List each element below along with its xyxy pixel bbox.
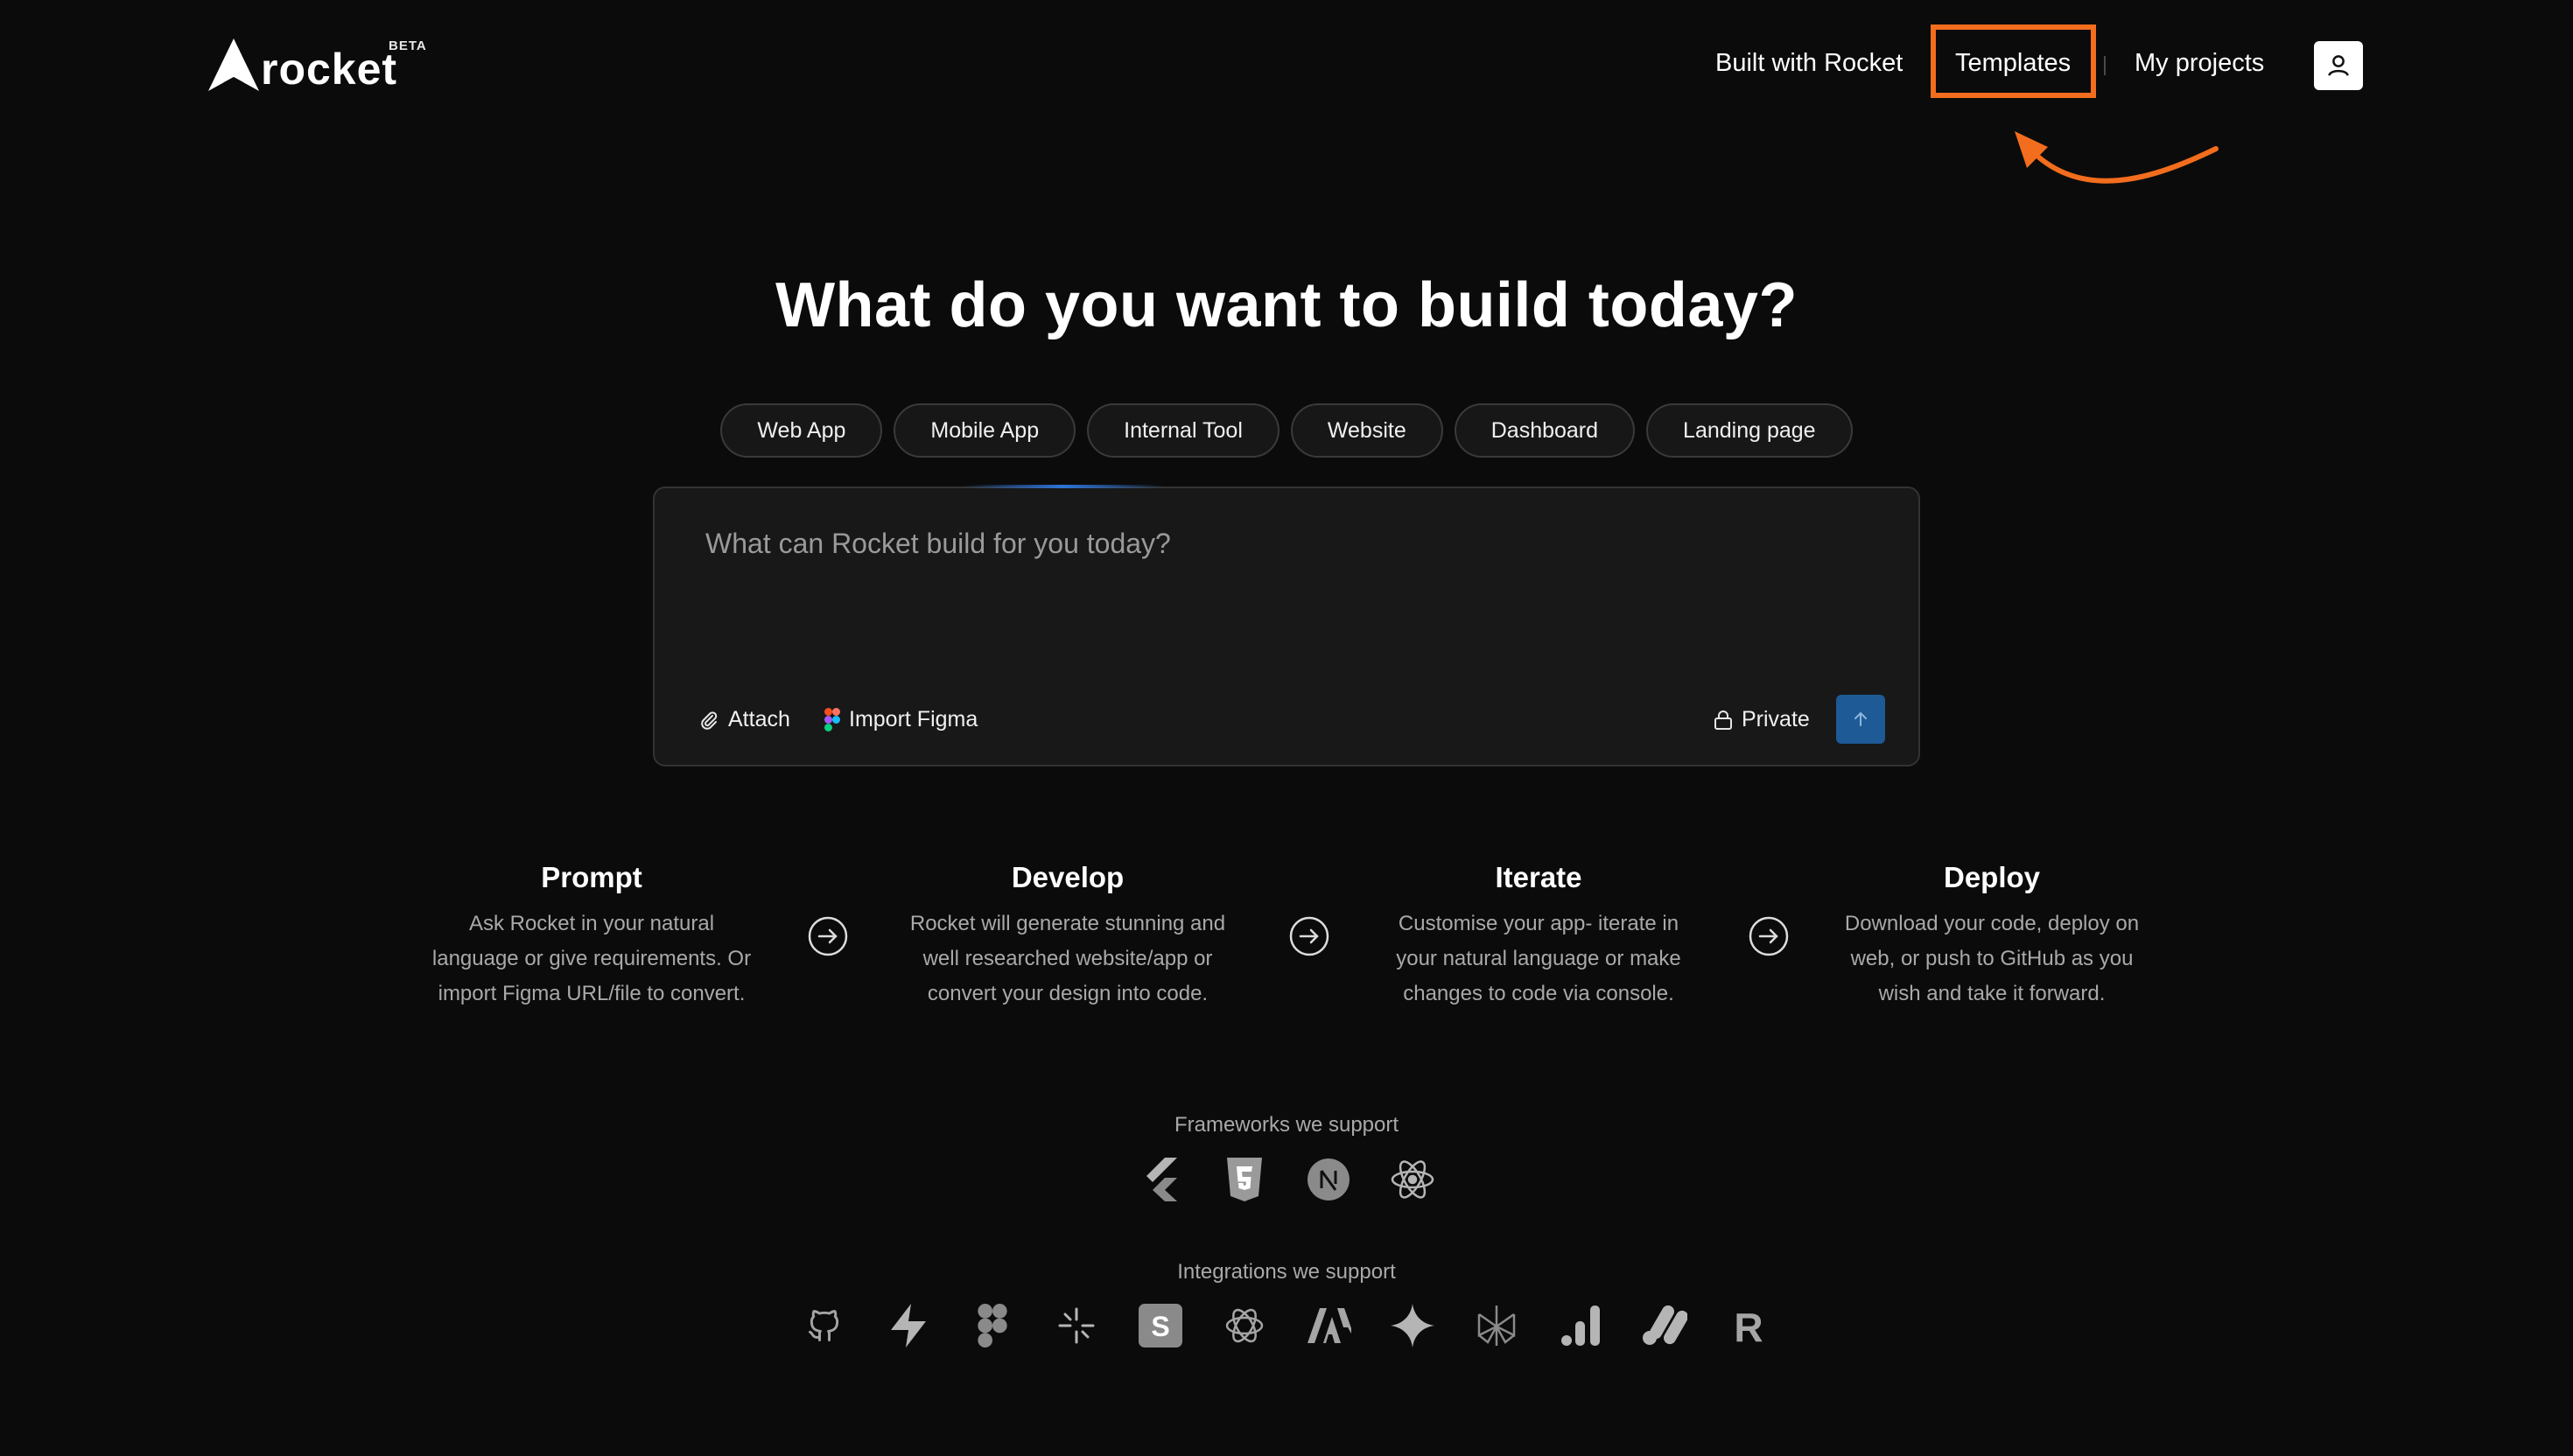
step-iterate: Iterate Customise your app- iterate in y… [1355, 861, 1722, 1012]
integrations-icons: S R [0, 1303, 2573, 1348]
resend-icon: R [1726, 1303, 1771, 1348]
step-description: Rocket will generate stunning and well r… [909, 912, 1226, 1005]
step-description: Ask Rocket in your natural language or g… [431, 912, 752, 1005]
flutter-icon [1138, 1157, 1183, 1202]
private-toggle[interactable]: Private [1714, 707, 1810, 732]
step-deploy: Deploy Download your code, deploy on web… [1808, 861, 2176, 1012]
html5-icon [1222, 1157, 1267, 1202]
attach-label: Attach [728, 707, 790, 732]
arrow-right-circle-icon [808, 916, 848, 956]
step-title: Prompt [541, 861, 642, 893]
page-title: What do you want to build today? [775, 270, 1798, 340]
perplexity-ai-icon [1474, 1303, 1519, 1348]
arrow-up-icon [1854, 711, 1867, 726]
step-title: Develop [1011, 861, 1125, 893]
rocket-logo-icon [208, 38, 259, 91]
perplexity-icon [1054, 1303, 1099, 1348]
step-prompt: Prompt Ask Rocket in your natural langua… [408, 861, 775, 1012]
lock-icon [1714, 710, 1732, 730]
rocket-logo[interactable]: rocket [208, 38, 397, 93]
profile-button[interactable] [2314, 41, 2363, 90]
step-develop: Develop Rocket will generate stunning an… [884, 861, 1251, 1012]
chip-landing-page[interactable]: Landing page [1646, 403, 1853, 458]
send-button[interactable] [1836, 695, 1885, 744]
private-label: Private [1742, 707, 1810, 732]
prompt-input[interactable] [704, 527, 1845, 561]
step-description: Download your code, deploy on web, or pu… [1844, 912, 2140, 1005]
google-ads-icon [1642, 1303, 1687, 1348]
import-figma-button[interactable]: Import Figma [824, 707, 978, 732]
arrow-right-circle-icon [1289, 916, 1329, 956]
svg-text:S: S [1151, 1311, 1169, 1342]
chip-website[interactable]: Website [1290, 403, 1443, 458]
frameworks-label: Frameworks we support [1174, 1113, 1399, 1137]
chip-dashboard[interactable]: Dashboard [1454, 403, 1636, 458]
chip-mobile-app[interactable]: Mobile App [894, 403, 1076, 458]
figma-icon [970, 1303, 1015, 1348]
beta-badge: BETA [389, 38, 427, 53]
github-icon [802, 1303, 847, 1348]
templates-highlight-box [1931, 24, 2096, 98]
import-figma-label: Import Figma [849, 707, 978, 732]
gemini-icon [1390, 1303, 1435, 1348]
anthropic-icon [1306, 1303, 1351, 1348]
integrations-label: Integrations we support [1177, 1260, 1396, 1284]
openai-icon [1222, 1303, 1267, 1348]
attach-button[interactable]: Attach [698, 707, 790, 732]
user-icon [2328, 55, 2349, 76]
step-title: Iterate [1495, 861, 1582, 893]
nextjs-icon [1306, 1157, 1351, 1202]
logo-wordmark: rocket [261, 45, 398, 94]
nav-built-with-rocket[interactable]: Built with Rocket [1715, 49, 1903, 78]
frameworks-icons [0, 1157, 2573, 1202]
paperclip-icon [701, 710, 718, 730]
nav-my-projects[interactable]: My projects [2135, 49, 2264, 78]
step-title: Deploy [1943, 861, 2041, 893]
prompt-glow [963, 485, 1164, 488]
nav-divider [2104, 56, 2106, 75]
svg-text:R: R [1734, 1305, 1763, 1347]
figma-icon [824, 708, 840, 732]
stripe-icon: S [1138, 1303, 1183, 1348]
chip-web-app[interactable]: Web App [720, 403, 883, 458]
react-icon [1390, 1157, 1435, 1202]
annotation-arrow-icon [2015, 131, 2219, 184]
supabase-icon [886, 1303, 931, 1348]
category-chips: Web App Mobile App Internal Tool Website… [0, 403, 2573, 458]
step-description: Customise your app- iterate in your natu… [1396, 912, 1681, 1005]
analytics-icon [1558, 1303, 1603, 1348]
chip-internal-tool[interactable]: Internal Tool [1087, 403, 1279, 458]
arrow-right-circle-icon [1749, 916, 1789, 956]
prompt-box: Attach Import Figma Private [653, 486, 1920, 766]
